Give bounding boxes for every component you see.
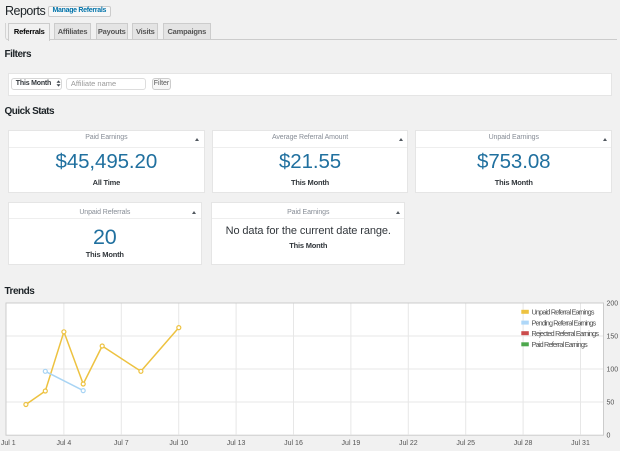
svg-text:Unpaid Referral Earnings: Unpaid Referral Earnings [532, 308, 595, 317]
svg-text:150: 150 [607, 334, 619, 341]
svg-text:100: 100 [607, 367, 619, 374]
svg-text:Jul 31: Jul 31 [571, 440, 590, 447]
svg-text:Jul 4: Jul 4 [57, 440, 72, 447]
svg-text:Pending Referral Earnings: Pending Referral Earnings [532, 318, 597, 327]
svg-text:Jul 16: Jul 16 [284, 440, 303, 447]
svg-text:Jul 25: Jul 25 [456, 440, 475, 447]
svg-text:0: 0 [607, 433, 611, 440]
svg-text:Paid Referral Earnings: Paid Referral Earnings [532, 340, 589, 349]
svg-text:Jul 19: Jul 19 [342, 440, 361, 447]
svg-text:Jul 13: Jul 13 [227, 440, 246, 447]
svg-text:Jul 7: Jul 7 [114, 440, 129, 447]
svg-text:200: 200 [607, 301, 619, 308]
svg-text:Jul 1: Jul 1 [1, 440, 16, 447]
svg-text:Jul 22: Jul 22 [399, 440, 418, 447]
svg-text:Jul 28: Jul 28 [514, 440, 533, 447]
svg-text:Rejected Referral Earnings: Rejected Referral Earnings [532, 329, 600, 338]
svg-text:Jul 10: Jul 10 [169, 440, 188, 447]
svg-text:50: 50 [607, 400, 615, 407]
